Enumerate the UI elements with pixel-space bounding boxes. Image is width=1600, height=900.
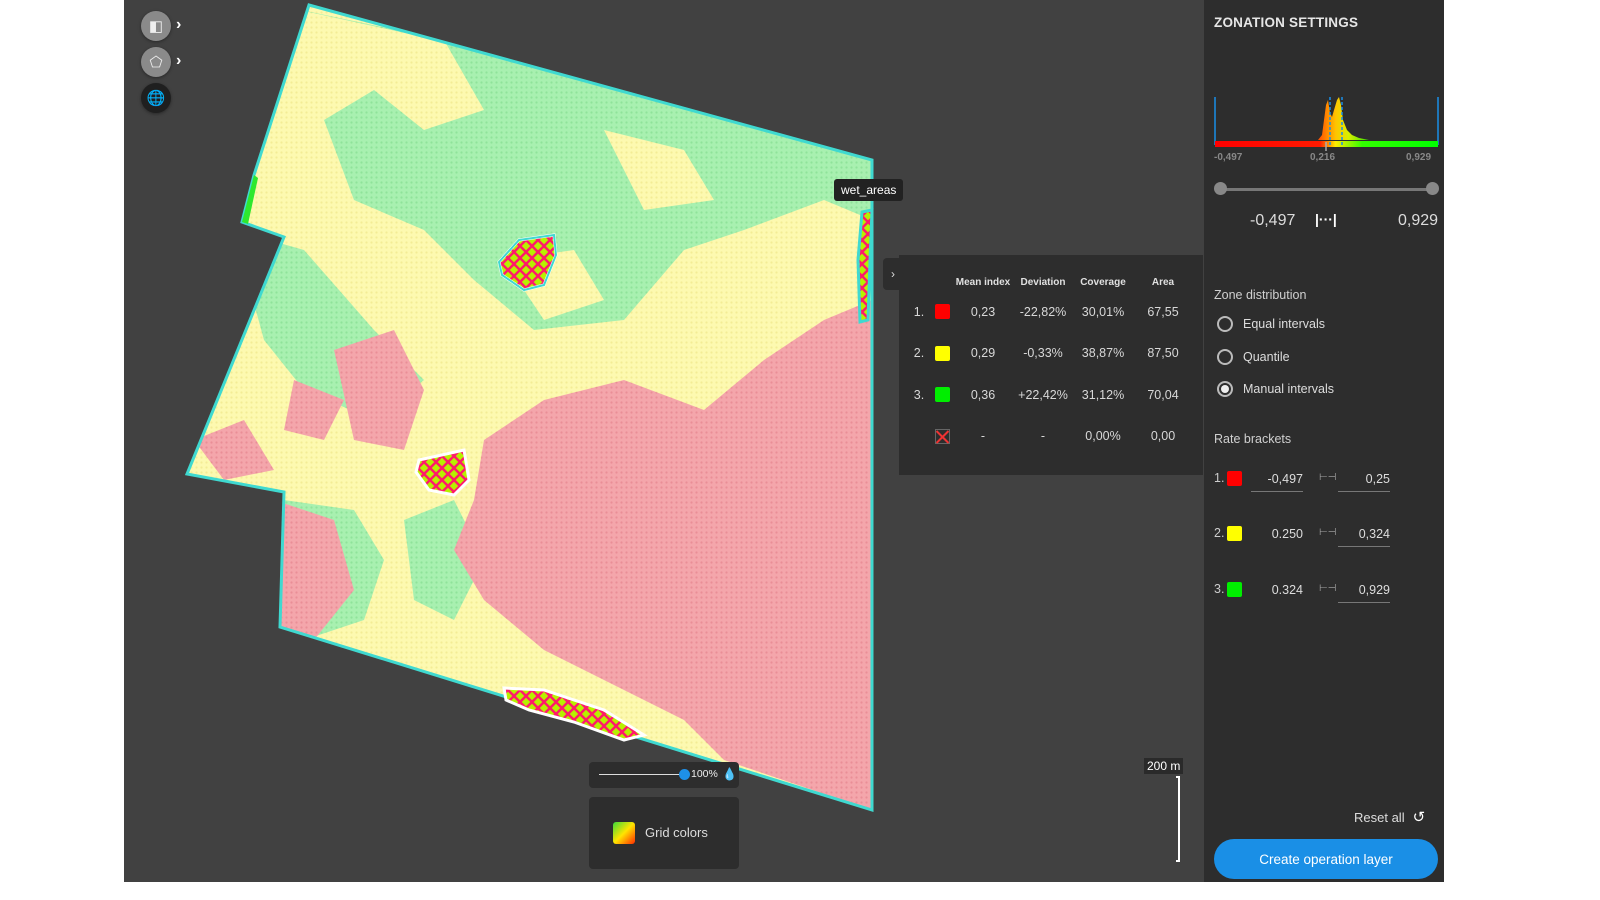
scale-bar: [1176, 776, 1180, 862]
opacity-drop-icon: 💧: [722, 767, 737, 781]
stats-row: 3. 0,36 +22,42% 31,12% 70,04: [909, 374, 1195, 416]
bracket-to-input[interactable]: 0,324: [1338, 522, 1390, 547]
basemap-button[interactable]: 🌐: [141, 83, 171, 113]
zone-stats-table: Mean index Deviation Coverage Area 1. 0,…: [909, 273, 1195, 457]
zone-number: [909, 416, 929, 458]
split-view-button[interactable]: ◧: [141, 11, 171, 41]
zonation-settings-panel: ZONATION SETTINGS -0,497 0,216 0,929 -0,…: [1204, 0, 1444, 882]
range-max-value: 0,929: [1398, 212, 1439, 229]
zone-color-swatch: [934, 345, 950, 361]
create-operation-layer-button[interactable]: Create operation layer: [1214, 839, 1438, 879]
opacity-value: 100%: [691, 768, 718, 780]
globe-icon: 🌐: [146, 90, 166, 107]
radio-equal-intervals[interactable]: Equal intervals: [1217, 316, 1325, 332]
histogram-min-label: -0,497: [1214, 152, 1243, 163]
bracket-from-input[interactable]: -0,497: [1251, 467, 1303, 492]
grid-colors-label: Grid colors: [645, 825, 708, 840]
range-separator-icon: ⊢⊣: [1319, 583, 1337, 594]
deviation: -: [1040, 429, 1046, 444]
bracket-color-swatch[interactable]: [1227, 582, 1242, 597]
map-view[interactable]: ◧ › ⬠ › 🌐 wet_areas › Mean index Deviati…: [124, 0, 1204, 882]
chevron-right-icon: ›: [891, 267, 895, 281]
index-histogram: [1214, 97, 1439, 151]
radio-button-selected[interactable]: [1217, 381, 1233, 397]
radio-label: Manual intervals: [1243, 382, 1335, 396]
histogram-mid-label: 0,216: [1310, 152, 1336, 163]
bracket-to-input[interactable]: 0,929: [1338, 578, 1390, 603]
app-window: ◧ › ⬠ › 🌐 wet_areas › Mean index Deviati…: [124, 0, 1444, 882]
radio-label: Quantile: [1243, 350, 1290, 364]
radio-quantile[interactable]: Quantile: [1217, 349, 1290, 365]
bracket-from-value: 0.324: [1271, 583, 1303, 597]
opacity-control: 100% 💧: [589, 762, 739, 788]
col-mean-index: Mean index: [955, 276, 1011, 288]
bracket-to-input[interactable]: 0,25: [1338, 467, 1390, 492]
bracket-number: 1.: [1214, 471, 1225, 485]
col-area: Area: [1151, 276, 1175, 288]
grid-colors-button[interactable]: Grid colors: [589, 797, 739, 869]
zone-number: 2.: [913, 346, 925, 361]
col-coverage: Coverage: [1080, 276, 1126, 288]
stats-row: 2. 0,29 -0,33% 38,87% 87,50: [909, 333, 1195, 375]
reset-icon: ↺: [1412, 809, 1426, 826]
deviation: -22,82%: [1019, 304, 1067, 319]
range-separator-icon: ⊢⊣: [1319, 527, 1337, 538]
wet-areas-tooltip: wet_areas: [834, 179, 904, 201]
radio-label: Equal intervals: [1243, 317, 1325, 331]
range-slider-track[interactable]: [1220, 188, 1432, 191]
coverage: 31,12%: [1081, 387, 1125, 402]
coverage: 30,01%: [1081, 304, 1125, 319]
zone-number: 1.: [913, 304, 925, 319]
range-slider-max-handle[interactable]: [1426, 182, 1439, 195]
zone-color-swatch: [934, 387, 950, 403]
area: 67,55: [1147, 304, 1179, 319]
radio-button[interactable]: [1217, 349, 1233, 365]
no-data-icon: [934, 428, 950, 444]
range-min-value: -0,497: [1250, 212, 1296, 229]
area: 87,50: [1147, 346, 1179, 361]
bracket-color-swatch[interactable]: [1227, 526, 1242, 541]
area: 0,00: [1150, 429, 1176, 444]
deviation: -0,33%: [1023, 346, 1063, 361]
deviation: +22,42%: [1018, 387, 1068, 402]
area: 70,04: [1147, 387, 1179, 402]
range-slider-min-handle[interactable]: [1214, 182, 1227, 195]
histogram-max-label: 0,929: [1406, 152, 1432, 163]
radio-button[interactable]: [1217, 316, 1233, 332]
mean-index: 0,29: [970, 346, 996, 361]
reset-all-label: Reset all: [1354, 809, 1405, 825]
mean-index: 0,23: [970, 304, 996, 319]
rate-brackets-label: Rate brackets: [1214, 432, 1292, 446]
mean-index: -: [980, 429, 986, 444]
color-gradient-icon: [613, 822, 635, 844]
opacity-slider-handle[interactable]: [679, 769, 690, 780]
opacity-slider-track[interactable]: [599, 774, 685, 775]
radio-manual-intervals[interactable]: Manual intervals: [1217, 381, 1334, 397]
polygon-edit-icon: ⬠: [149, 54, 163, 71]
stats-row-nodata: - - 0,00% 0,00: [909, 416, 1195, 458]
split-view-icon: ◧: [148, 18, 164, 35]
zone-distribution-label: Zone distribution: [1214, 288, 1307, 302]
zone-number: 3.: [913, 387, 925, 402]
bracket-number: 3.: [1214, 582, 1225, 596]
coverage: 0,00%: [1085, 429, 1121, 444]
polygon-edit-expand-chevron[interactable]: ›: [176, 52, 181, 70]
polygon-edit-button[interactable]: ⬠: [141, 47, 171, 77]
split-view-expand-chevron[interactable]: ›: [176, 16, 181, 34]
col-deviation: Deviation: [1020, 276, 1066, 288]
bracket-number: 2.: [1214, 526, 1225, 540]
zone-color-swatch: [934, 304, 950, 320]
bracket-from-value: 0.250: [1271, 527, 1303, 541]
scale-label: 200 m: [1144, 758, 1184, 774]
zone-stats-panel: Mean index Deviation Coverage Area 1. 0,…: [899, 255, 1203, 475]
stats-row: 1. 0,23 -22,82% 30,01% 67,55: [909, 291, 1195, 333]
range-separator-icon: ⊢⊣: [1319, 472, 1337, 483]
histogram-distribution: [1318, 97, 1369, 140]
bracket-color-swatch[interactable]: [1227, 471, 1242, 486]
mean-index: 0,36: [970, 387, 996, 402]
reset-all-button[interactable]: Reset all ↺: [1354, 808, 1425, 826]
coverage: 38,87%: [1081, 346, 1125, 361]
panel-title: ZONATION SETTINGS: [1214, 15, 1359, 30]
range-interval-icon[interactable]: |···|: [1315, 211, 1337, 227]
